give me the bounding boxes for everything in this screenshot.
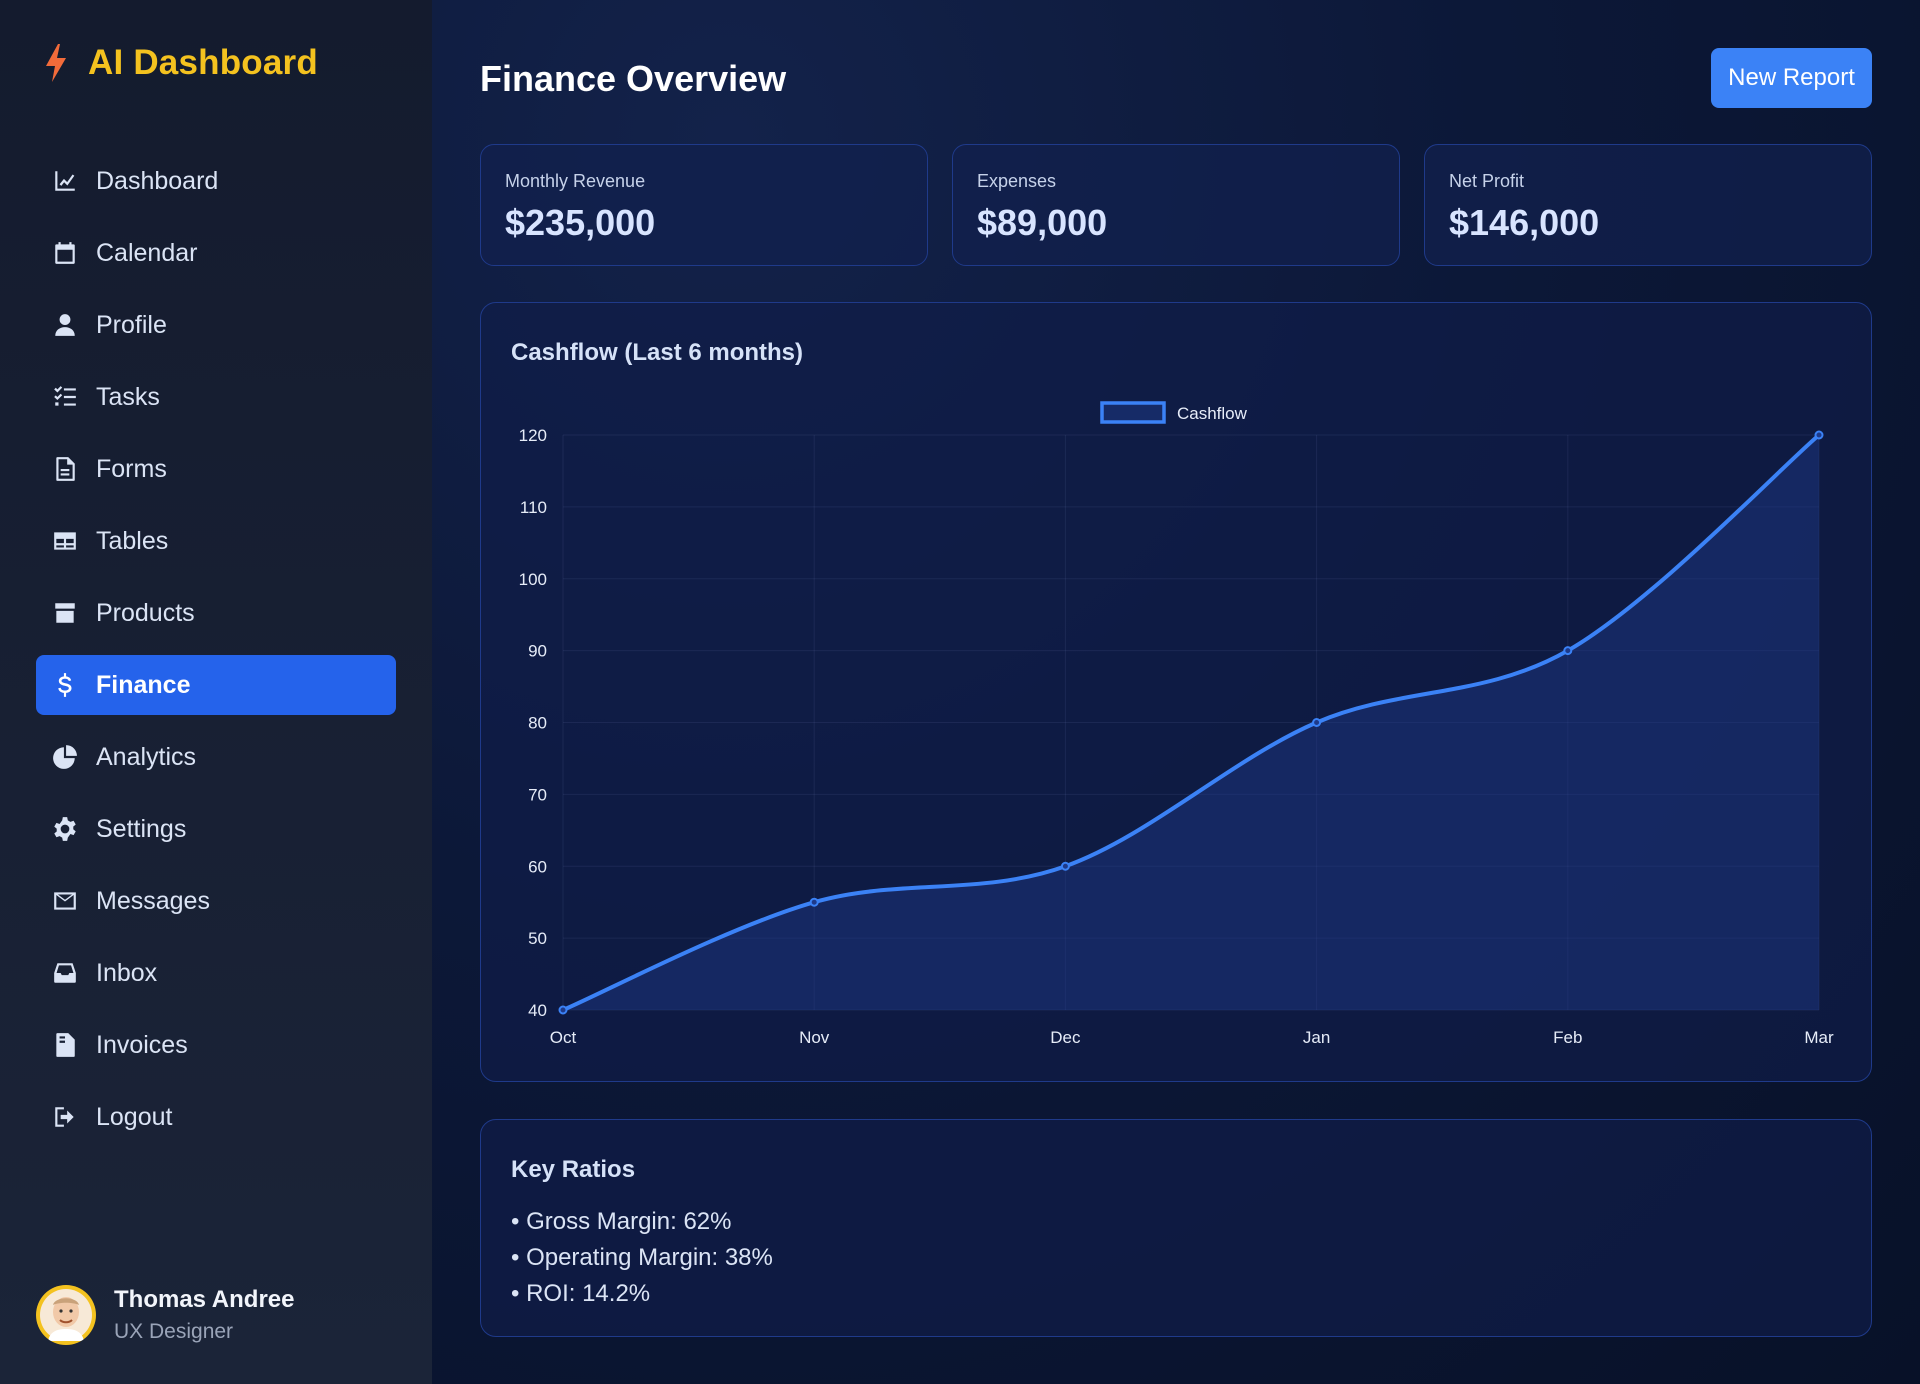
key-ratios-title: Key Ratios (511, 1156, 636, 1183)
sidebar-item-inbox[interactable]: Inbox (36, 943, 396, 1003)
user-role: UX Designer (114, 1320, 234, 1343)
dollar-icon (52, 670, 82, 700)
x-tick-label: Feb (1553, 1028, 1582, 1047)
sidebar-item-calendar[interactable]: Calendar (36, 223, 396, 283)
sidebar-item-messages[interactable]: Messages (36, 871, 396, 931)
sidebar-item-label: Invoices (96, 1030, 188, 1059)
sidebar-item-label: Calendar (96, 238, 198, 267)
x-tick-label: Dec (1050, 1028, 1081, 1047)
sidebar-item-forms[interactable]: Forms (36, 439, 396, 499)
y-tick-label: 50 (528, 929, 547, 948)
user-profile[interactable]: Thomas Andree UX Designer (36, 1285, 294, 1345)
page-title: Finance Overview (480, 58, 787, 99)
calendar-icon (52, 238, 82, 268)
data-point (1060, 861, 1070, 871)
sidebar-item-products[interactable]: Products (36, 583, 396, 643)
stat-value: $235,000 (505, 202, 656, 243)
sidebar-item-tasks[interactable]: Tasks (36, 367, 396, 427)
sidebar: AI Dashboard Dashboard Calendar Profile … (0, 0, 432, 1384)
stat-label: Expenses (977, 171, 1057, 191)
y-tick-label: 90 (528, 642, 547, 661)
key-ratios-card: Key Ratios • Gross Margin: 62% • Operati… (480, 1119, 1872, 1337)
stat-label: Net Profit (1449, 171, 1525, 191)
y-tick-label: 110 (520, 498, 547, 517)
main-content: Finance Overview New Report Monthly Reve… (432, 0, 1920, 1384)
pie-chart-icon (52, 742, 82, 772)
key-ratios-list: • Gross Margin: 62% • Operating Margin: … (511, 1204, 773, 1312)
sidebar-item-label: Tasks (96, 382, 160, 411)
sidebar-item-dashboard[interactable]: Dashboard (36, 151, 396, 211)
x-tick-label: Jan (1303, 1028, 1330, 1047)
y-tick-label: 100 (519, 570, 547, 589)
cashflow-card: Cashflow (Last 6 months) 40 50 60 70 80 90 100… (480, 302, 1872, 1082)
table-icon (52, 526, 82, 556)
avatar (36, 1285, 96, 1345)
stat-value: $146,000 (1449, 202, 1600, 243)
sidebar-item-analytics[interactable]: Analytics (36, 727, 396, 787)
y-tick-label: 70 (528, 785, 547, 804)
sidebar-item-label: Analytics (96, 742, 197, 771)
inbox-icon (52, 958, 82, 988)
x-tick-label: Mar (1804, 1028, 1834, 1047)
sidebar-item-profile[interactable]: Profile (36, 295, 396, 355)
user-name: Thomas Andree (114, 1286, 295, 1313)
legend-swatch (1100, 401, 1166, 424)
y-tick-label: 120 (519, 426, 547, 445)
stat-card-expenses: Expenses $89,000 (952, 144, 1400, 266)
x-tick-label: Oct (550, 1028, 577, 1047)
sidebar-item-finance[interactable]: Finance (36, 655, 396, 715)
sidebar-item-tables[interactable]: Tables (36, 511, 396, 571)
ratio-item: • Gross Margin: 62% (511, 1208, 732, 1235)
new-report-button[interactable]: New Report (1711, 48, 1872, 108)
user-icon (52, 310, 82, 340)
stat-card-net-profit: Net Profit $146,000 (1424, 144, 1872, 266)
stat-value: $89,000 (977, 202, 1108, 243)
stat-label: Monthly Revenue (505, 171, 646, 191)
sidebar-item-settings[interactable]: Settings (36, 799, 396, 859)
data-point (809, 897, 819, 907)
y-tick-label: 60 (528, 857, 547, 876)
file-icon (52, 454, 82, 484)
data-point (1814, 430, 1824, 440)
invoice-icon (52, 1030, 82, 1060)
sidebar-item-label: Tables (96, 526, 169, 555)
sidebar-item-logout[interactable]: Logout (36, 1087, 396, 1147)
sidebar-item-label: Profile (96, 310, 167, 339)
sidebar-item-label: Dashboard (96, 166, 219, 195)
data-point (558, 1005, 568, 1015)
sidebar-item-label: Settings (96, 814, 187, 843)
bolt-icon (44, 44, 68, 82)
box-icon (52, 598, 82, 628)
sidebar-nav: Dashboard Calendar Profile Tasks Forms T… (36, 151, 396, 1159)
brand[interactable]: AI Dashboard (44, 40, 318, 86)
sidebar-item-invoices[interactable]: Invoices (36, 1015, 396, 1075)
envelope-icon (52, 886, 82, 916)
gear-icon (52, 814, 82, 844)
brand-title: AI Dashboard (88, 43, 318, 82)
stat-card-revenue: Monthly Revenue $235,000 (480, 144, 928, 266)
sidebar-item-label: Inbox (96, 958, 158, 987)
ratio-item: • Operating Margin: 38% (511, 1244, 773, 1271)
sidebar-item-label: Finance (96, 670, 191, 699)
y-tick-label: 40 (528, 1001, 547, 1020)
ratio-item: • ROI: 14.2% (511, 1280, 651, 1307)
data-point (1563, 646, 1573, 656)
sidebar-item-label: Products (96, 598, 195, 627)
chart-line-icon (52, 166, 82, 196)
logout-icon (52, 1102, 82, 1132)
list-check-icon (52, 382, 82, 412)
legend-label: Cashflow (1177, 404, 1248, 423)
sidebar-item-label: Logout (96, 1102, 173, 1131)
y-tick-label: 80 (528, 714, 547, 733)
cashflow-chart: 40 50 60 70 80 90 100 110 120 Oct Nov Dec Jan Feb Mar C… (519, 401, 1834, 1047)
data-point (1312, 718, 1322, 727)
x-tick-label: Nov (799, 1028, 830, 1047)
sidebar-item-label: Forms (96, 454, 167, 483)
sidebar-item-label: Messages (96, 886, 210, 915)
